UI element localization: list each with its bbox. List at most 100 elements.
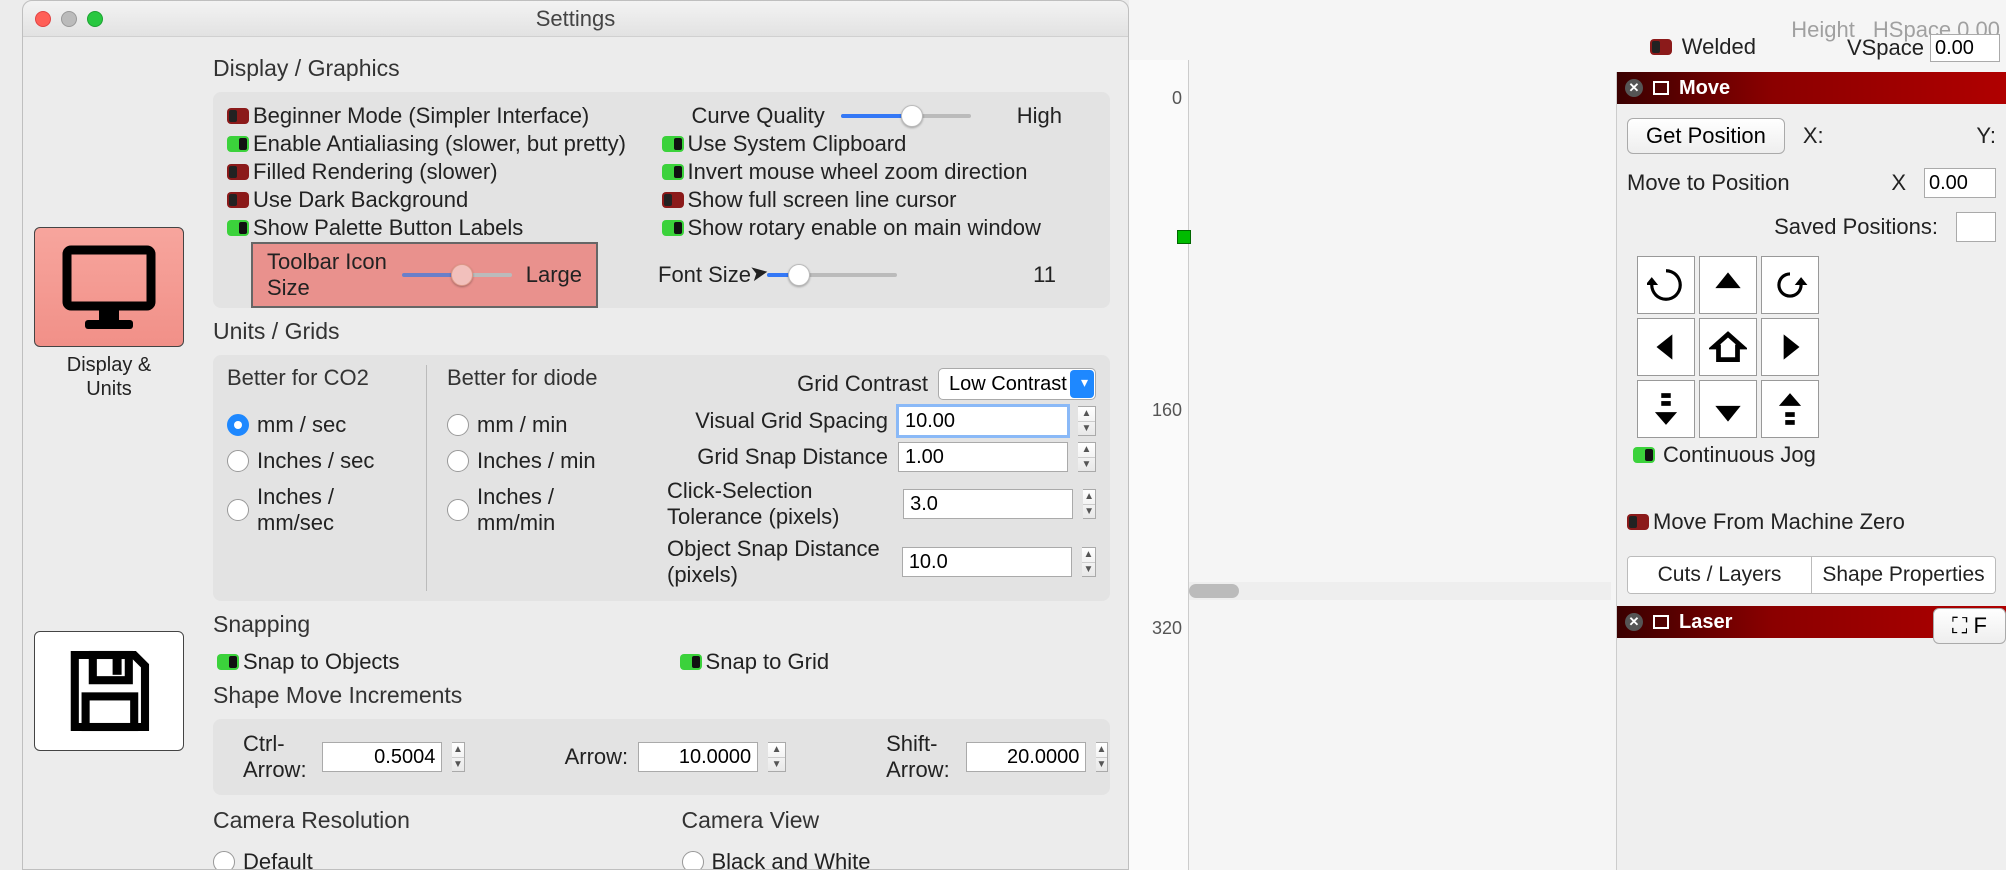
click-tolerance-input[interactable] (903, 489, 1073, 519)
toggle-icon[interactable] (662, 192, 684, 208)
toggle-icon[interactable] (217, 654, 239, 670)
camera-view-heading: Camera View (682, 807, 1111, 834)
radio-inches-mm-min[interactable]: Inches / mm/min (447, 479, 627, 541)
visual-spacing-input[interactable] (898, 406, 1068, 436)
radio-cam-default[interactable]: Default (213, 844, 642, 869)
radio-icon[interactable] (227, 414, 249, 436)
obj-snap-label: Object Snap Distance (pixels) (667, 536, 892, 588)
toggle-icon[interactable] (227, 108, 249, 124)
snap-distance-input[interactable] (898, 442, 1068, 472)
toggle-icon[interactable] (227, 164, 249, 180)
obj-snap-input[interactable] (902, 547, 1072, 577)
section-units-heading: Units / Grids (213, 318, 1110, 345)
font-size-slider[interactable] (767, 273, 897, 277)
diode-heading: Better for diode (447, 365, 627, 391)
jog-z-up-button[interactable] (1761, 380, 1819, 438)
radio-icon[interactable] (682, 851, 704, 869)
opt-beginner-mode[interactable]: Beginner Mode (Simpler Interface) (227, 102, 662, 130)
opt-snap-grid[interactable]: Snap to Grid (680, 648, 830, 676)
grid-contrast-label: Grid Contrast (797, 371, 928, 397)
toggle-icon[interactable] (1633, 447, 1655, 463)
radio-icon[interactable] (227, 450, 249, 472)
opt-continuous-jog[interactable]: Continuous Jog (1633, 442, 1996, 468)
tab-cuts-layers[interactable]: Cuts / Layers (1628, 557, 1812, 593)
opt-snap-objects[interactable]: Snap to Objects (217, 648, 400, 676)
radio-icon[interactable] (447, 499, 469, 521)
toggle-icon[interactable] (1650, 39, 1672, 55)
toolbar-icon-size-highlight: Toolbar Icon Size Large (251, 242, 598, 308)
opt-filled-rendering[interactable]: Filled Rendering (slower) (227, 158, 662, 186)
vspace-input[interactable] (1930, 34, 2000, 62)
toggle-icon[interactable] (662, 136, 684, 152)
radio-inches-mm-sec[interactable]: Inches / mm/sec (227, 479, 406, 541)
grid-contrast-select[interactable]: Low Contrast (938, 368, 1096, 400)
tab-shape-properties[interactable]: Shape Properties (1812, 557, 1995, 593)
jog-home-button[interactable] (1699, 318, 1757, 376)
stepper-icon[interactable]: ▲▼ (1078, 442, 1096, 472)
toolbar-icon-size-slider[interactable] (402, 273, 512, 277)
panel-units-grids: Better for CO2 mm / sec Inches / sec Inc… (213, 355, 1110, 601)
curve-quality-slider[interactable] (841, 114, 971, 118)
opt-antialiasing[interactable]: Enable Antialiasing (slower, but pretty) (227, 130, 662, 158)
shift-arrow-label: Shift-Arrow: (886, 731, 956, 783)
curve-quality-value: High (1017, 103, 1062, 129)
jog-z-down-button[interactable] (1637, 380, 1695, 438)
horizontal-scrollbar[interactable] (1189, 582, 1611, 600)
ctrl-arrow-input[interactable] (322, 742, 442, 772)
jog-up-button[interactable] (1699, 256, 1757, 314)
welded-label: Welded (1682, 34, 1756, 60)
opt-system-clipboard[interactable]: Use System Clipboard (662, 130, 1097, 158)
radio-mm-min[interactable]: mm / min (447, 407, 627, 443)
frame-button[interactable]: ⛶ F (1933, 608, 2006, 644)
toggle-icon[interactable] (227, 220, 249, 236)
toggle-icon[interactable] (227, 192, 249, 208)
toggle-icon[interactable] (227, 136, 249, 152)
opt-invert-wheel[interactable]: Invert mouse wheel zoom direction (662, 158, 1097, 186)
opt-fullscreen-cursor[interactable]: Show full screen line cursor (662, 186, 1097, 214)
toggle-icon[interactable] (1627, 514, 1649, 530)
stepper-icon[interactable]: ▲▼ (768, 742, 786, 772)
close-icon[interactable]: ✕ (1625, 613, 1643, 631)
opt-rotary-enable[interactable]: Show rotary enable on main window (662, 214, 1097, 242)
toggle-icon[interactable] (662, 220, 684, 236)
radio-cam-bw[interactable]: Black and White (682, 844, 1111, 869)
stepper-icon[interactable]: ▲▼ (1083, 489, 1096, 519)
popout-icon[interactable] (1653, 615, 1669, 629)
radio-icon[interactable] (447, 414, 469, 436)
close-icon[interactable]: ✕ (1625, 79, 1643, 97)
jog-rotate-ccw-button[interactable] (1637, 256, 1695, 314)
monitor-icon (34, 227, 184, 347)
window-title: Settings (23, 6, 1128, 32)
jog-down-button[interactable] (1699, 380, 1757, 438)
radio-inches-sec[interactable]: Inches / sec (227, 443, 406, 479)
titlebar[interactable]: Settings (23, 1, 1128, 37)
move-x-input[interactable] (1924, 168, 1996, 198)
radio-mm-sec[interactable]: mm / sec (227, 407, 406, 443)
stepper-icon[interactable]: ▲▼ (1096, 742, 1107, 772)
get-position-button[interactable]: Get Position (1627, 118, 1785, 154)
sidebar-tile-file[interactable] (34, 631, 184, 757)
radio-icon[interactable] (213, 851, 235, 869)
opt-palette-labels[interactable]: Show Palette Button Labels (227, 214, 662, 242)
panel-display-graphics: Beginner Mode (Simpler Interface) Enable… (213, 92, 1110, 308)
radio-icon[interactable] (447, 450, 469, 472)
jog-left-button[interactable] (1637, 318, 1695, 376)
shift-arrow-input[interactable] (966, 742, 1086, 772)
saved-positions-input[interactable] (1956, 212, 1996, 242)
toggle-icon[interactable] (662, 164, 684, 180)
radio-icon[interactable] (227, 499, 249, 521)
stepper-icon[interactable]: ▲▼ (452, 742, 464, 772)
arrow-input[interactable] (638, 742, 758, 772)
stepper-icon[interactable]: ▲▼ (1078, 406, 1096, 436)
jog-right-button[interactable] (1761, 318, 1819, 376)
sidebar-tile-display-units[interactable]: Display & Units (34, 227, 184, 401)
move-dock-titlebar[interactable]: ✕ Move (1617, 72, 2006, 104)
popout-icon[interactable] (1653, 81, 1669, 95)
opt-dark-background[interactable]: Use Dark Background (227, 186, 662, 214)
radio-inches-min[interactable]: Inches / min (447, 443, 627, 479)
toggle-icon[interactable] (680, 654, 702, 670)
jog-rotate-cw-button[interactable] (1761, 256, 1819, 314)
stepper-icon[interactable]: ▲▼ (1082, 547, 1096, 577)
toolbar-icon-size-value: Large (526, 262, 582, 288)
opt-machine-zero[interactable]: Move From Machine Zero (1627, 508, 1996, 536)
